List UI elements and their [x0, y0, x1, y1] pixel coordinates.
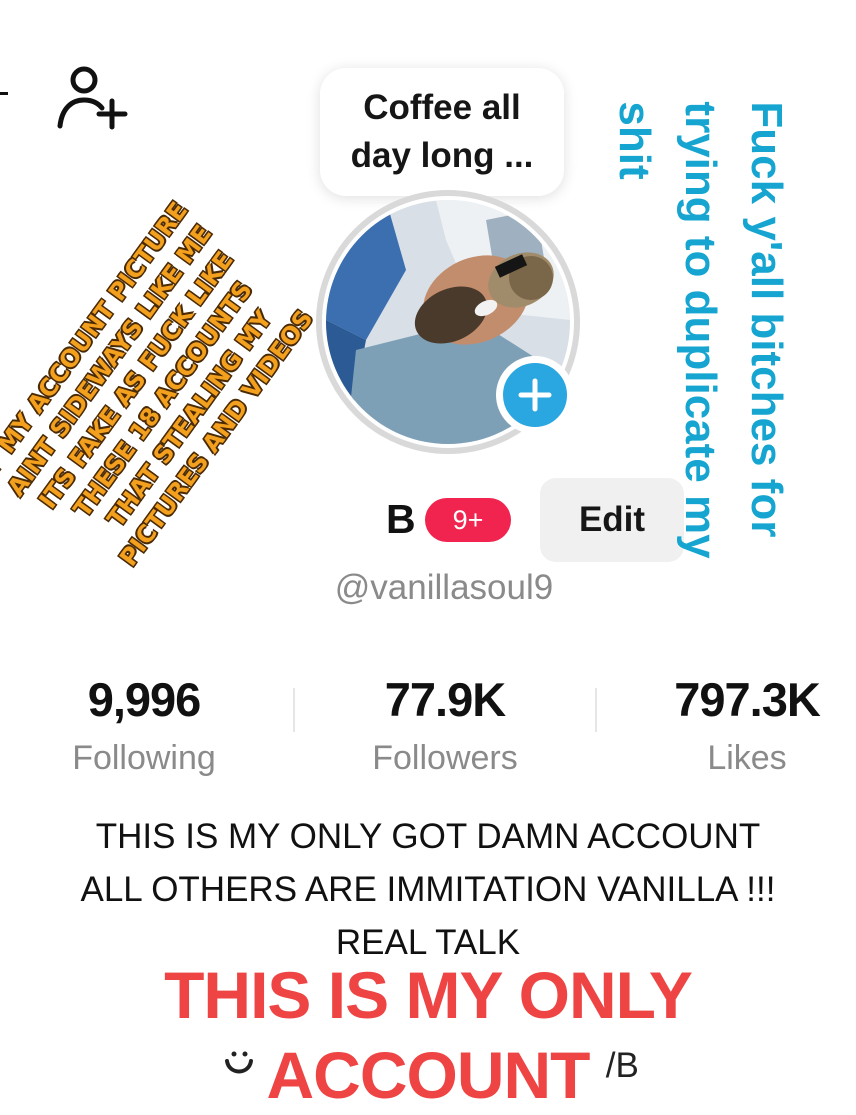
bio-line: THIS IS MY ONLY GOT DAMN ACCOUNT	[95, 817, 761, 856]
profile-name: B	[386, 496, 416, 542]
cyan-overlay-line: trying to duplicate my	[676, 101, 725, 559]
cyan-overlay-line: shit	[610, 101, 659, 180]
red-text-overlay: THIS IS MY ONLY ACCOUNT	[0, 955, 856, 1115]
stat-value: 9,996	[87, 673, 202, 726]
red-overlay-line: THIS IS MY ONLY	[164, 958, 693, 1032]
edge-menu-glyph	[0, 92, 8, 95]
stat-following[interactable]: 9,996 Following	[4, 672, 284, 778]
bio-line: ALL OTHERS ARE IMMITATION VANILLA !!!	[80, 870, 776, 909]
cyan-overlay-line: Fuck y'all bitches for	[742, 101, 791, 538]
note-bubble[interactable]: Coffee all day long ...	[320, 68, 564, 196]
stat-label: Likes	[707, 739, 787, 777]
add-friend-icon[interactable]	[54, 64, 130, 134]
cyan-text-overlay: Fuck y'all bitches for trying to duplica…	[601, 101, 799, 558]
plus-icon	[518, 378, 552, 412]
stat-likes: 797.3K Likes	[607, 672, 856, 778]
stat-label: Following	[72, 739, 216, 777]
stat-value: 77.9K	[384, 673, 506, 726]
stat-divider	[293, 688, 295, 732]
red-overlay-line: ACCOUNT	[266, 1038, 591, 1112]
stat-followers[interactable]: 77.9K Followers	[305, 672, 585, 778]
bio: THIS IS MY ONLY GOT DAMN ACCOUNT ALL OTH…	[0, 810, 856, 969]
stat-label: Followers	[372, 739, 518, 777]
stat-value: 797.3K	[674, 673, 821, 726]
username: @vanillasoul9	[334, 568, 554, 607]
add-avatar-button[interactable]	[496, 356, 574, 434]
note-text: Coffee all day long ...	[350, 88, 534, 175]
notification-badge[interactable]: 9+	[425, 498, 511, 542]
stat-divider	[595, 688, 597, 732]
